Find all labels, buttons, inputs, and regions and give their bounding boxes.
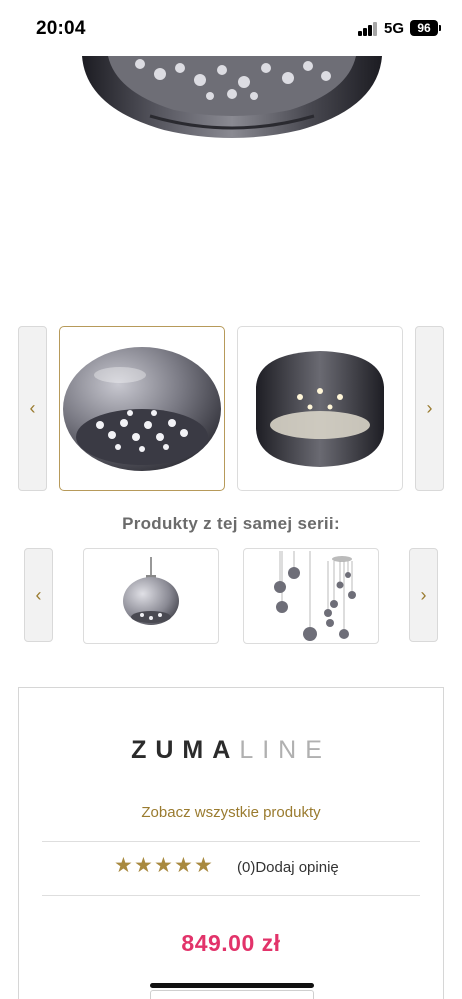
star-icon: ★ — [134, 854, 153, 877]
product-image — [274, 551, 356, 641]
divider — [42, 895, 420, 896]
chevron-right-icon: › — [426, 398, 433, 418]
gallery-next-button[interactable]: › — [415, 326, 444, 491]
star-icon: ★ — [114, 854, 133, 877]
add-to-cart-button[interactable] — [150, 990, 314, 999]
chevron-right-icon: › — [420, 584, 427, 605]
series-next-button[interactable]: › — [409, 548, 438, 642]
brand-logo-bold: ZUMA — [131, 736, 240, 764]
review-info: (0)Dodaj opinię — [237, 859, 339, 876]
battery-icon: 96 — [410, 20, 441, 36]
product-price: 849.00 zł — [181, 930, 281, 956]
product-main-image[interactable] — [0, 56, 462, 146]
gallery-thumbnail-2[interactable] — [237, 326, 403, 491]
home-indicator — [150, 983, 314, 988]
network-label: 5G — [384, 20, 405, 37]
series-product-1[interactable] — [83, 548, 219, 644]
rating-stars[interactable]: ★ ★ ★ ★ ★ — [114, 854, 213, 880]
lamp-image — [63, 347, 221, 471]
chevron-left-icon: ‹ — [29, 398, 36, 418]
series-product-2[interactable] — [243, 548, 379, 644]
star-icon: ★ — [154, 854, 173, 877]
gallery-thumbnail-1[interactable] — [59, 326, 225, 491]
series-prev-button[interactable]: ‹ — [24, 548, 53, 642]
brand-logo[interactable]: ZUMALINE — [0, 736, 462, 765]
star-icon: ★ — [194, 854, 213, 877]
gallery-prev-button[interactable]: ‹ — [18, 326, 47, 491]
brand-logo-light: LINE — [239, 736, 331, 764]
divider — [42, 841, 420, 842]
see-all-products-link[interactable]: Zobacz wszystkie produkty — [0, 804, 462, 821]
status-time: 20:04 — [36, 18, 86, 39]
lamp-image — [256, 351, 384, 467]
star-icon: ★ — [174, 854, 193, 877]
series-section-title: Produkty z tej samej serii: — [122, 514, 340, 533]
review-count: (0) — [237, 859, 256, 876]
status-bar: 20:04 5G 96 — [0, 0, 462, 56]
signal-icon — [358, 22, 378, 36]
product-image — [123, 557, 179, 625]
chevron-left-icon: ‹ — [35, 584, 42, 605]
add-review-link[interactable]: Dodaj opinię — [255, 859, 338, 876]
